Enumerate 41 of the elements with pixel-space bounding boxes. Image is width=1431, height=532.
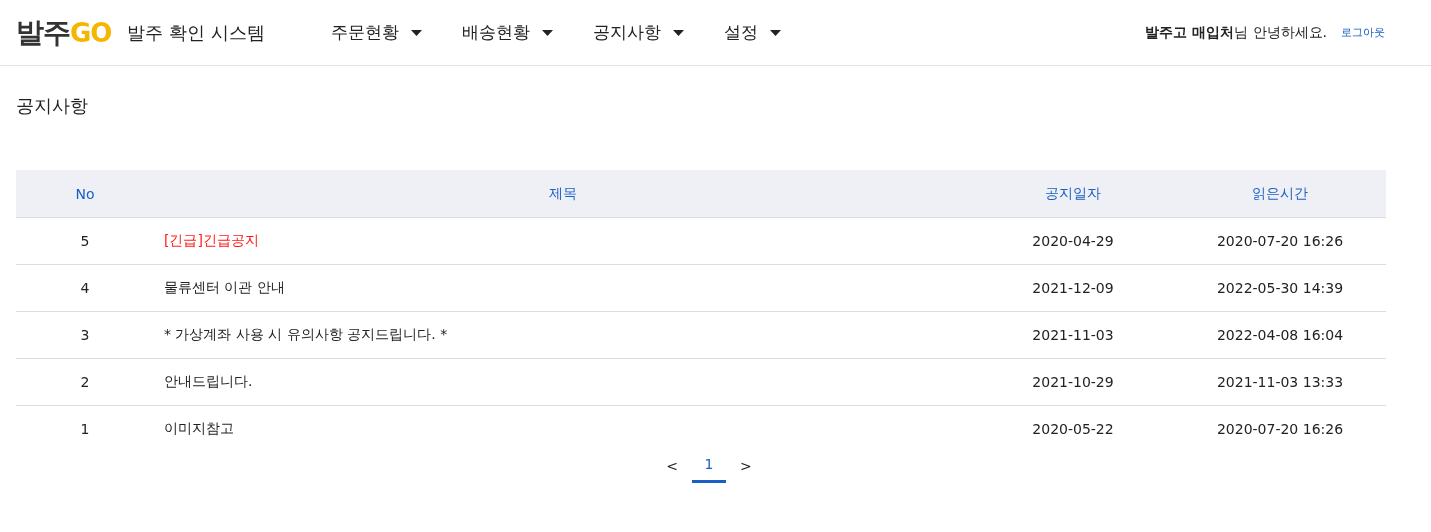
page-title: 공지사항 [16,94,89,118]
logo-mark: GO [70,17,112,48]
notice-title-cell[interactable]: 물류센터 이관 안내 [154,264,972,312]
table-cell: 2 [16,358,154,406]
table-cell: 2020-05-22 [972,405,1174,452]
table-cell: 2020-07-20 16:26 [1174,405,1386,452]
logo-wordmark: 발주 [16,14,70,51]
menu-item[interactable]: 설정 [723,21,781,44]
menu-item[interactable]: 공지사항 [592,21,684,44]
notice-title-cell[interactable]: [긴급]긴급공지 [154,217,972,265]
column-header: 읽은시간 [1174,170,1386,218]
notice-title-cell[interactable]: 이미지참고 [154,405,972,452]
table-cell: 3 [16,311,154,359]
table-cell: 2022-05-30 14:39 [1174,264,1386,312]
table-cell: 1 [16,405,154,452]
menu-item[interactable]: 배송현황 [461,21,553,44]
notice-title-cell[interactable]: 안내드립니다. [154,358,972,406]
page-button[interactable]: 1 [692,452,726,483]
menu-item[interactable]: 주문현황 [330,21,422,44]
column-header: 제목 [154,170,972,218]
greeting-text: 발주고 매입처님 안녕하세요. [1145,23,1327,42]
table-cell: 5 [16,217,154,265]
table-cell: 2020-04-29 [972,217,1174,265]
table-cell: 2020-07-20 16:26 [1174,217,1386,265]
column-header: No [16,170,154,218]
caret-icon [541,29,553,36]
logout-link[interactable]: 로그아웃 [1341,25,1385,40]
table-cell: 2021-12-09 [972,264,1174,312]
caret-icon [769,29,781,36]
next-page-button[interactable]: > [732,452,760,483]
table-cell: 2022-04-08 16:04 [1174,311,1386,359]
caret-icon [410,29,422,36]
table-cell: 2021-11-03 13:33 [1174,358,1386,406]
system-title: 발주 확인 시스템 [127,20,265,45]
column-header: 공지일자 [972,170,1174,218]
table-cell: 2021-11-03 [972,311,1174,359]
previous-page-button[interactable]: < [658,452,686,483]
table-cell: 4 [16,264,154,312]
table-cell: 2021-10-29 [972,358,1174,406]
caret-icon [672,29,684,36]
notice-title-cell[interactable]: * 가상계좌 사용 시 유의사항 공지드립니다. * [154,311,972,359]
